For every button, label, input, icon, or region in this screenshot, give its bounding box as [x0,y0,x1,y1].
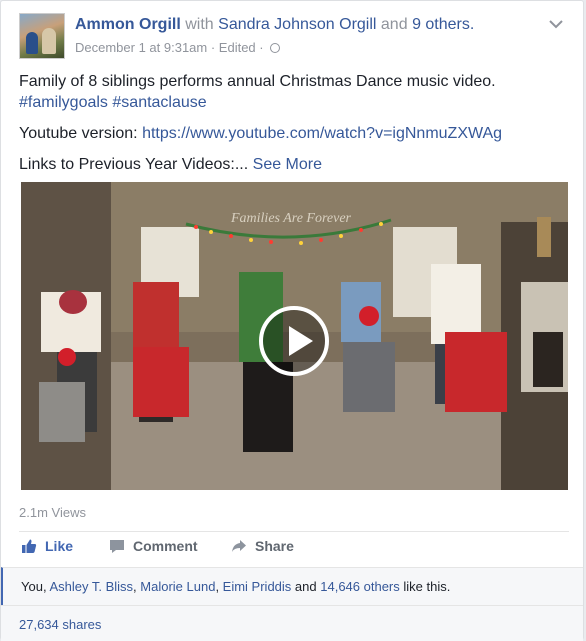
share-label: Share [255,538,294,554]
see-more-link[interactable]: See More [253,156,322,173]
likes-text: You, Ashley T. Bliss, Malorie Lund, Eimi… [21,579,451,594]
post-authors: Ammon Orgill with Sandra Johnson Orgill … [75,16,474,34]
comment-button[interactable]: Comment [109,538,198,554]
likes-and: and [294,579,317,594]
thumbs-up-icon [22,539,37,553]
comment-label: Comment [133,538,198,554]
message-paragraph: Family of 8 siblings performs annual Chr… [19,71,569,113]
post-actions: Like Comment Share [1,532,585,566]
likes-others-link[interactable]: 14,646 others [320,579,400,594]
share-arrow-icon [232,540,246,552]
tagged-person-link[interactable]: Sandra Johnson Orgill [218,16,376,33]
message-line: Family of 8 siblings performs annual Chr… [19,73,496,90]
liker-link[interactable]: Malorie Lund [140,579,215,594]
share-button[interactable]: Share [231,538,294,554]
author-name-link[interactable]: Ammon Orgill [75,16,181,33]
likes-summary: You, Ashley T. Bliss, Malorie Lund, Eimi… [1,567,583,605]
avatar-figure [42,28,56,54]
comment-icon [110,540,124,553]
youtube-label: Youtube version: [19,125,143,142]
liker-link[interactable]: Eimi Priddis [223,579,292,594]
post-header: Ammon Orgill with Sandra Johnson Orgill … [19,13,571,61]
globe-icon[interactable] [270,43,281,53]
with-text: with [185,16,214,33]
hashtag-link[interactable]: #santaclause [112,94,206,111]
post-message: Family of 8 siblings performs annual Chr… [19,71,569,185]
tagged-others-link[interactable]: 9 others. [412,16,474,33]
links-label: Links to Previous Year Videos:... [19,156,249,173]
like-label: Like [45,538,74,554]
post-card: Ammon Orgill with Sandra Johnson Orgill … [0,0,585,641]
message-paragraph: Links to Previous Year Videos:... See Mo… [19,154,569,175]
shares-summary: 27,634 shares [1,605,583,641]
video-views: 2.1m Views [19,505,86,520]
wall-decal-text: Families Are Forever [230,211,352,226]
likes-suffix: like this. [403,579,451,594]
chevron-down-icon[interactable] [547,17,565,31]
message-paragraph: Youtube version: https://www.youtube.com… [19,123,569,144]
hashtag-link[interactable]: #familygoals [19,94,108,111]
likes-you: You, [21,579,47,594]
post-meta: December 1 at 9:31am · Edited · [75,40,281,55]
like-button[interactable]: Like [21,538,73,554]
liker-link[interactable]: Ashley T. Bliss [49,579,133,594]
youtube-url-link[interactable]: https://www.youtube.com/watch?v=igNnmuZX… [142,125,502,142]
edited-label[interactable]: · Edited · [211,40,264,55]
avatar-figure [26,32,38,54]
video-player[interactable]: Families Are Forever [21,182,568,490]
author-avatar[interactable] [19,13,65,59]
post-timestamp[interactable]: December 1 at 9:31am [75,40,207,55]
play-icon[interactable] [259,306,329,376]
and-text: and [380,16,408,33]
shares-count-link[interactable]: 27,634 shares [19,617,101,632]
